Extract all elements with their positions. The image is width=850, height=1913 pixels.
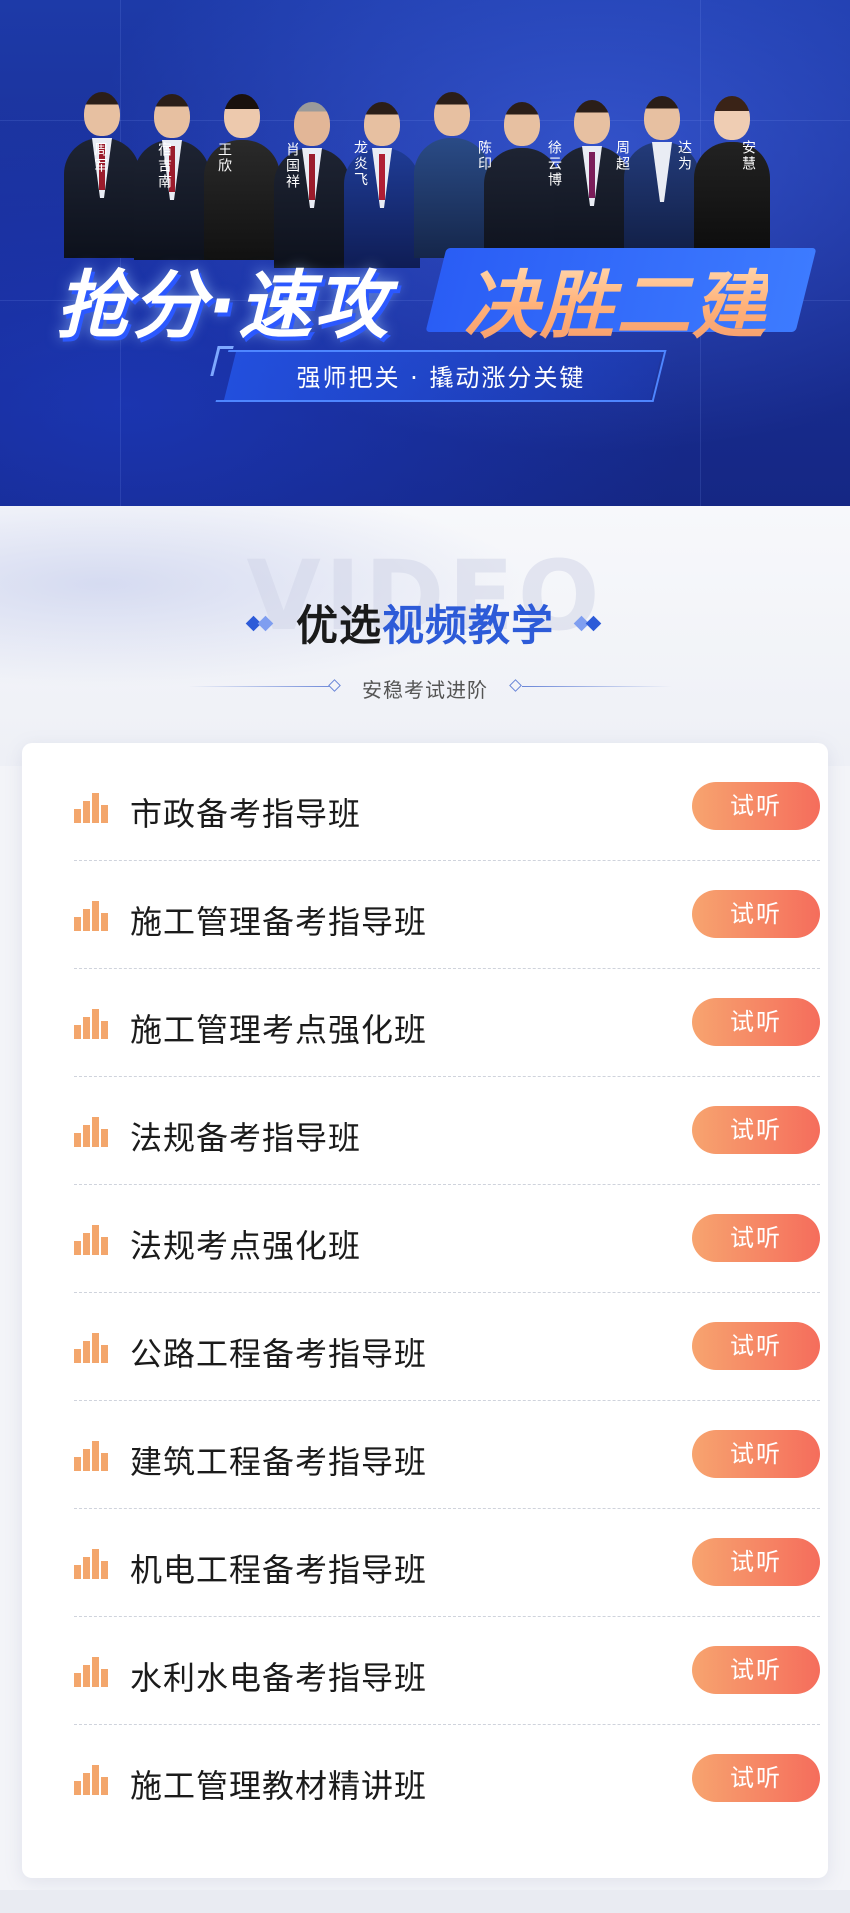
teacher-photo — [690, 96, 774, 262]
course-row[interactable]: 建筑工程备考指导班 试听 — [74, 1401, 820, 1509]
course-title: 建筑工程备考指导班 — [130, 1443, 428, 1481]
slogan-left-text: 抢分·速攻 — [56, 263, 391, 349]
section-title-accent: 视频教学 — [382, 601, 555, 650]
trial-button[interactable]: 试听 — [692, 1430, 820, 1478]
slogan-right-text: 决胜二建 — [464, 246, 768, 353]
signal-bars-icon — [74, 1225, 110, 1255]
teacher-name: 陈印 — [476, 140, 492, 172]
hero-slogan: 抢分·速攻 决胜二建 — [56, 242, 817, 349]
teacher-name: 王欣 — [216, 142, 232, 174]
hero-banner: 周军 宿吉南 王欣 肖国祥 龙炎飞 陈印 徐云博 周超 达为 安慧 抢分·速攻 … — [0, 0, 850, 506]
signal-bars-icon — [74, 1549, 110, 1579]
course-title: 机电工程备考指导班 — [130, 1551, 428, 1589]
trial-button[interactable]: 试听 — [692, 1322, 820, 1370]
double-diamond-icon — [573, 614, 604, 634]
course-row[interactable]: 施工管理备考指导班 试听 — [74, 861, 820, 969]
signal-bars-icon — [74, 1117, 110, 1147]
teacher-name: 周军 — [92, 142, 108, 174]
course-row[interactable]: 法规考点强化班 试听 — [74, 1185, 820, 1293]
course-row[interactable]: 水利水电备考指导班 试听 — [74, 1617, 820, 1725]
course-title: 施工管理备考指导班 — [130, 903, 428, 941]
teacher-name: 达为 — [676, 140, 692, 172]
subtitle-divider-right — [522, 686, 672, 687]
course-title: 公路工程备考指导班 — [130, 1335, 428, 1373]
course-row[interactable]: 机电工程备考指导班 试听 — [74, 1509, 820, 1617]
course-row[interactable]: 施工管理考点强化班 试听 — [74, 969, 820, 1077]
course-list-card: 市政备考指导班 试听 施工管理备考指导班 试听 施工管理考点强化班 试听 法规备… — [22, 743, 828, 1878]
course-title: 施工管理考点强化班 — [130, 1011, 428, 1049]
course-title: 市政备考指导班 — [130, 795, 362, 833]
hero-subtitle: 强师把关 · 撬动涨分关键 — [296, 364, 586, 392]
trial-button[interactable]: 试听 — [692, 782, 820, 830]
course-row[interactable]: 法规备考指导班 试听 — [74, 1077, 820, 1185]
teacher-name: 徐云博 — [546, 140, 562, 188]
signal-bars-icon — [74, 901, 110, 931]
trial-button[interactable]: 试听 — [692, 1646, 820, 1694]
signal-bars-icon — [74, 1765, 110, 1795]
section-title-plain: 优选 — [295, 601, 382, 650]
trial-button[interactable]: 试听 — [692, 1538, 820, 1586]
signal-bars-icon — [74, 793, 110, 823]
signal-bars-icon — [74, 1009, 110, 1039]
course-title: 法规备考指导班 — [130, 1119, 362, 1157]
course-row[interactable]: 市政备考指导班 试听 — [74, 753, 820, 861]
section-title: 优选视频教学 — [0, 592, 850, 653]
trial-button[interactable]: 试听 — [692, 1106, 820, 1154]
teacher-name: 龙炎飞 — [352, 140, 368, 188]
signal-bars-icon — [74, 1657, 110, 1687]
teacher-name: 宿吉南 — [156, 142, 172, 190]
trial-button[interactable]: 试听 — [692, 1214, 820, 1262]
signal-bars-icon — [74, 1333, 110, 1363]
section-subtitle: 安稳考试进阶 — [362, 678, 488, 702]
trial-button[interactable]: 试听 — [692, 998, 820, 1046]
trial-button[interactable]: 试听 — [692, 1754, 820, 1802]
course-row[interactable]: 施工管理教材精讲班 试听 — [74, 1725, 820, 1833]
course-row[interactable]: 公路工程备考指导班 试听 — [74, 1293, 820, 1401]
signal-bars-icon — [74, 1441, 110, 1471]
teacher-name: 周超 — [614, 140, 630, 172]
teacher-name: 安慧 — [740, 140, 756, 172]
course-title: 法规考点强化班 — [130, 1227, 362, 1265]
page-footer-strip — [0, 1890, 850, 1913]
trial-button[interactable]: 试听 — [692, 890, 820, 938]
course-title: 水利水电备考指导班 — [130, 1659, 428, 1697]
teacher-name: 肖国祥 — [284, 142, 300, 190]
course-title: 施工管理教材精讲班 — [130, 1767, 428, 1805]
